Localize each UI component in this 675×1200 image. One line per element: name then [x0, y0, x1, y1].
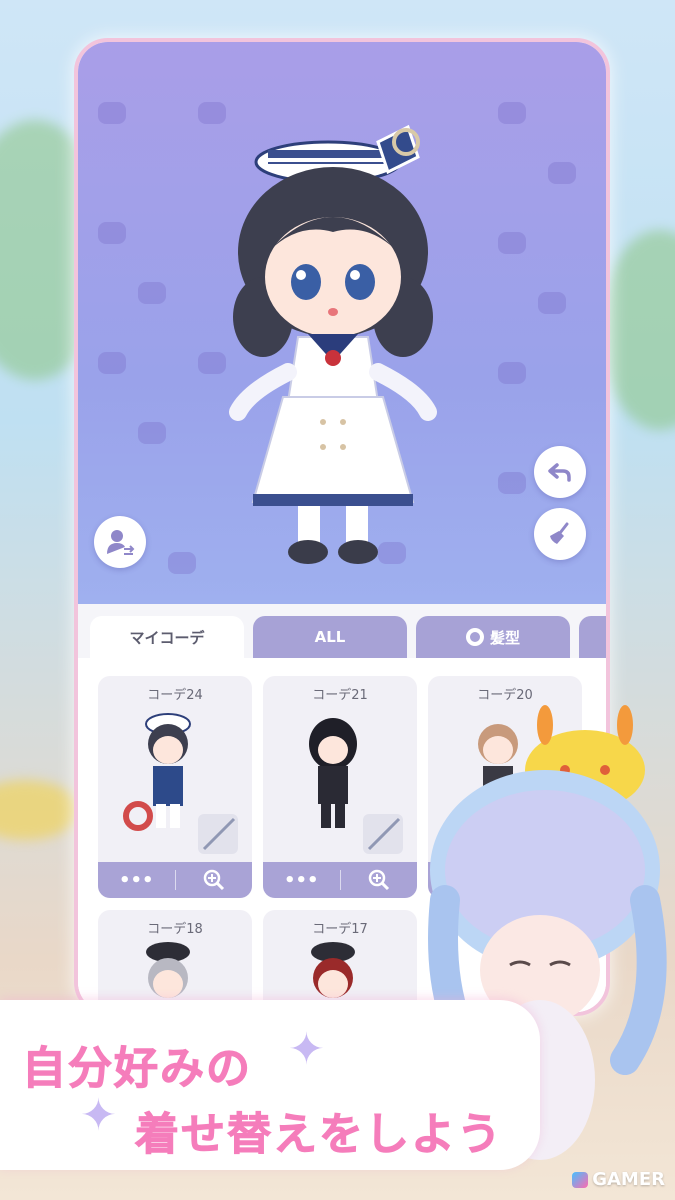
bg-item-icon — [168, 552, 196, 574]
bg-item-icon — [198, 102, 226, 124]
promo-banner: 自分好みの ✦ ✦ 着せ替えをしよう — [0, 1000, 540, 1170]
watermark-text: GAMER — [592, 1169, 665, 1190]
card-title: コーデ17 — [312, 922, 368, 937]
bg-item-icon — [498, 102, 526, 124]
sparkle-icon: ✦ — [80, 1090, 117, 1141]
zoom-button[interactable] — [176, 869, 253, 891]
card-title: コーデ21 — [312, 688, 368, 703]
more-label: ••• — [283, 869, 319, 891]
category-tabs: マイコーデ ALL 髪型 — [90, 616, 606, 658]
bg-item-icon — [538, 292, 566, 314]
card-actions: ••• — [263, 862, 417, 898]
zoom-in-icon — [368, 869, 389, 891]
tab-label: マイコーデ — [129, 628, 205, 647]
zoom-button[interactable] — [341, 869, 418, 891]
swap-avatar-icon — [107, 530, 135, 555]
zoom-in-icon — [203, 869, 224, 891]
character-stage — [78, 42, 606, 604]
more-options-button[interactable]: ••• — [98, 870, 175, 891]
background-ring — [0, 780, 80, 840]
hair-icon — [465, 628, 484, 646]
bg-item-icon — [498, 362, 526, 384]
bg-item-icon — [138, 422, 166, 444]
swap-avatar-button[interactable] — [94, 516, 146, 568]
bg-item-icon — [498, 232, 526, 254]
tab-my-coordinates[interactable]: マイコーデ — [90, 616, 244, 658]
tab-label: ALL — [314, 628, 346, 646]
gamer-logo-icon — [572, 1171, 589, 1188]
coordinate-card[interactable]: コーデ24 ••• — [98, 676, 252, 898]
banner-line-1: 自分好みの — [22, 1043, 252, 1095]
card-title: コーデ18 — [147, 922, 203, 937]
bg-item-icon — [98, 352, 126, 374]
bg-item-icon — [548, 162, 576, 184]
broom-icon — [550, 522, 569, 544]
sparkle-icon: ✦ — [288, 1024, 325, 1075]
card-character-thumbnail — [123, 713, 238, 854]
undo-button[interactable] — [534, 446, 586, 498]
bg-item-icon — [138, 282, 166, 304]
card-title: コーデ24 — [147, 688, 203, 703]
banner-line-2: 着せ替えをしよう — [135, 1109, 503, 1161]
character-model — [229, 124, 437, 564]
background-palm-right — [600, 230, 675, 430]
card-character-thumbnail — [309, 718, 403, 854]
bg-item-icon — [98, 222, 126, 244]
tab-all[interactable]: ALL — [253, 616, 407, 658]
coordinate-card[interactable]: コーデ21 ••• — [263, 676, 417, 898]
tab-hairstyle[interactable]: 髪型 — [416, 616, 570, 658]
more-options-button[interactable]: ••• — [263, 870, 340, 891]
bg-item-icon — [498, 472, 526, 494]
clear-outfit-button[interactable] — [534, 508, 586, 560]
tab-more[interactable] — [579, 616, 606, 658]
bg-item-icon — [198, 352, 226, 374]
undo-icon — [548, 463, 571, 482]
card-actions: ••• — [98, 862, 252, 898]
tab-label: 髪型 — [489, 628, 520, 647]
bg-item-icon — [98, 102, 126, 124]
gamer-watermark: GAMER — [572, 1169, 665, 1190]
more-label: ••• — [118, 869, 154, 891]
